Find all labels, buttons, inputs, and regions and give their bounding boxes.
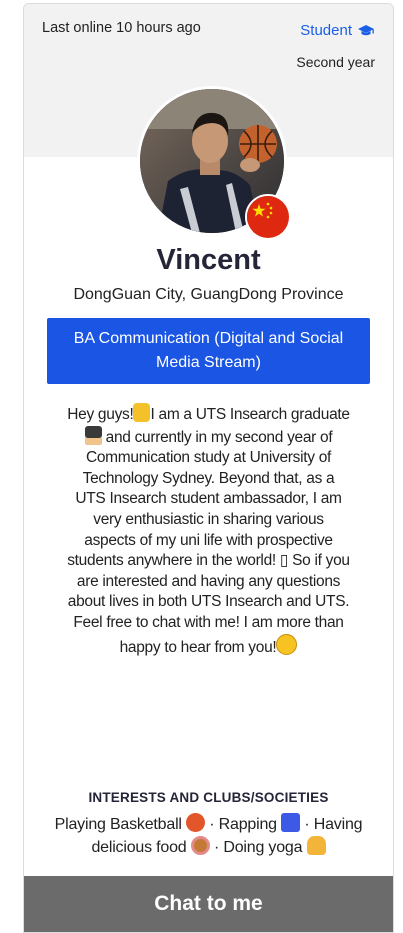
- yoga-person-icon: [306, 836, 326, 855]
- bio-text-greeting: Hey guys!: [67, 406, 134, 423]
- bio-text-main: and currently in my second year of Commu…: [67, 428, 350, 656]
- ambassador-card: Last online 10 hours ago Student Second …: [23, 3, 394, 933]
- interest-separator: ·: [300, 816, 314, 833]
- interest-item: Rapping: [218, 816, 277, 833]
- profile-bio: Hey guys! I am a UTS Insearch graduate an…: [66, 403, 351, 658]
- graduate-icon: [84, 425, 102, 445]
- interests-list: Playing Basketball · Rapping · Having de…: [24, 813, 393, 859]
- course-badge: BA Communication (Digital and Social Med…: [47, 318, 370, 384]
- course-label: BA Communication (Digital and Social Med…: [73, 330, 344, 371]
- waving-hand-icon: [133, 403, 151, 422]
- doughnut-icon: [190, 836, 210, 855]
- interest-item: Playing Basketball: [54, 816, 182, 833]
- study-year: Second year: [296, 54, 375, 70]
- bio-text-graduate: I am a UTS Insearch graduate: [150, 406, 350, 423]
- interest-separator: ·: [205, 816, 219, 833]
- interests-heading: INTERESTS AND CLUBS/SOCIETIES: [88, 790, 329, 805]
- student-label: Student: [300, 22, 352, 39]
- last-online-status: Last online 10 hours ago: [42, 20, 201, 36]
- music-note-icon: [281, 813, 301, 832]
- smiling-face-icon: [276, 633, 298, 655]
- profile-location: DongGuan City, GuangDong Province: [73, 286, 344, 303]
- student-badge: Student: [300, 22, 375, 39]
- china-flag-icon: [245, 194, 291, 240]
- graduation-cap-icon: [358, 25, 374, 36]
- interest-separator: ·: [209, 839, 224, 856]
- interest-item: Doing yoga: [223, 839, 303, 856]
- profile-name: Vincent: [156, 244, 261, 276]
- chat-button[interactable]: Chat to me: [24, 876, 393, 932]
- basketball-icon: [186, 813, 206, 832]
